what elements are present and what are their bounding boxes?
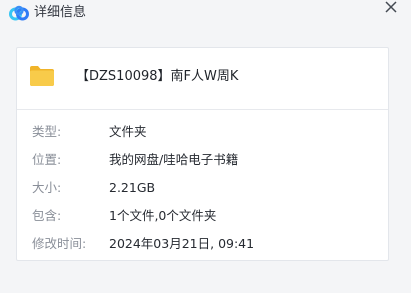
info-row-location: 位置: 我的网盘/哇哈电子书籍 (17, 150, 388, 170)
title-bar: 详细信息 (0, 0, 411, 28)
info-row-contents: 包含: 1个文件,0个文件夹 (17, 206, 388, 226)
info-row-size: 大小: 2.21GB (17, 178, 388, 198)
info-row-type: 类型: 文件夹 (17, 122, 388, 142)
size-label: 大小: (32, 180, 62, 195)
divider (17, 109, 388, 110)
file-header: 【DZS10098】南F人W周K (17, 48, 388, 109)
info-row-modified: 修改时间: 2024年03月21日, 09:41 (17, 234, 388, 254)
window-title: 详细信息 (34, 5, 87, 20)
details-card: 【DZS10098】南F人W周K 类型: 文件夹 位置: 我的网盘/哇哈电子书籍… (16, 47, 389, 261)
folder-icon (29, 64, 55, 87)
modified-value: 2024年03月21日, 09:41 (109, 236, 255, 251)
size-value: 2.21GB (109, 180, 156, 195)
close-icon[interactable] (383, 0, 399, 16)
contents-label: 包含: (32, 208, 62, 223)
type-value: 文件夹 (109, 124, 147, 139)
file-name: 【DZS10098】南F人W周K (76, 69, 239, 84)
location-value: 我的网盘/哇哈电子书籍 (109, 152, 239, 167)
contents-value: 1个文件,0个文件夹 (109, 208, 217, 223)
type-label: 类型: (32, 124, 62, 139)
cloud-icon (9, 5, 29, 21)
modified-label: 修改时间: (32, 236, 87, 251)
location-label: 位置: (32, 152, 62, 167)
